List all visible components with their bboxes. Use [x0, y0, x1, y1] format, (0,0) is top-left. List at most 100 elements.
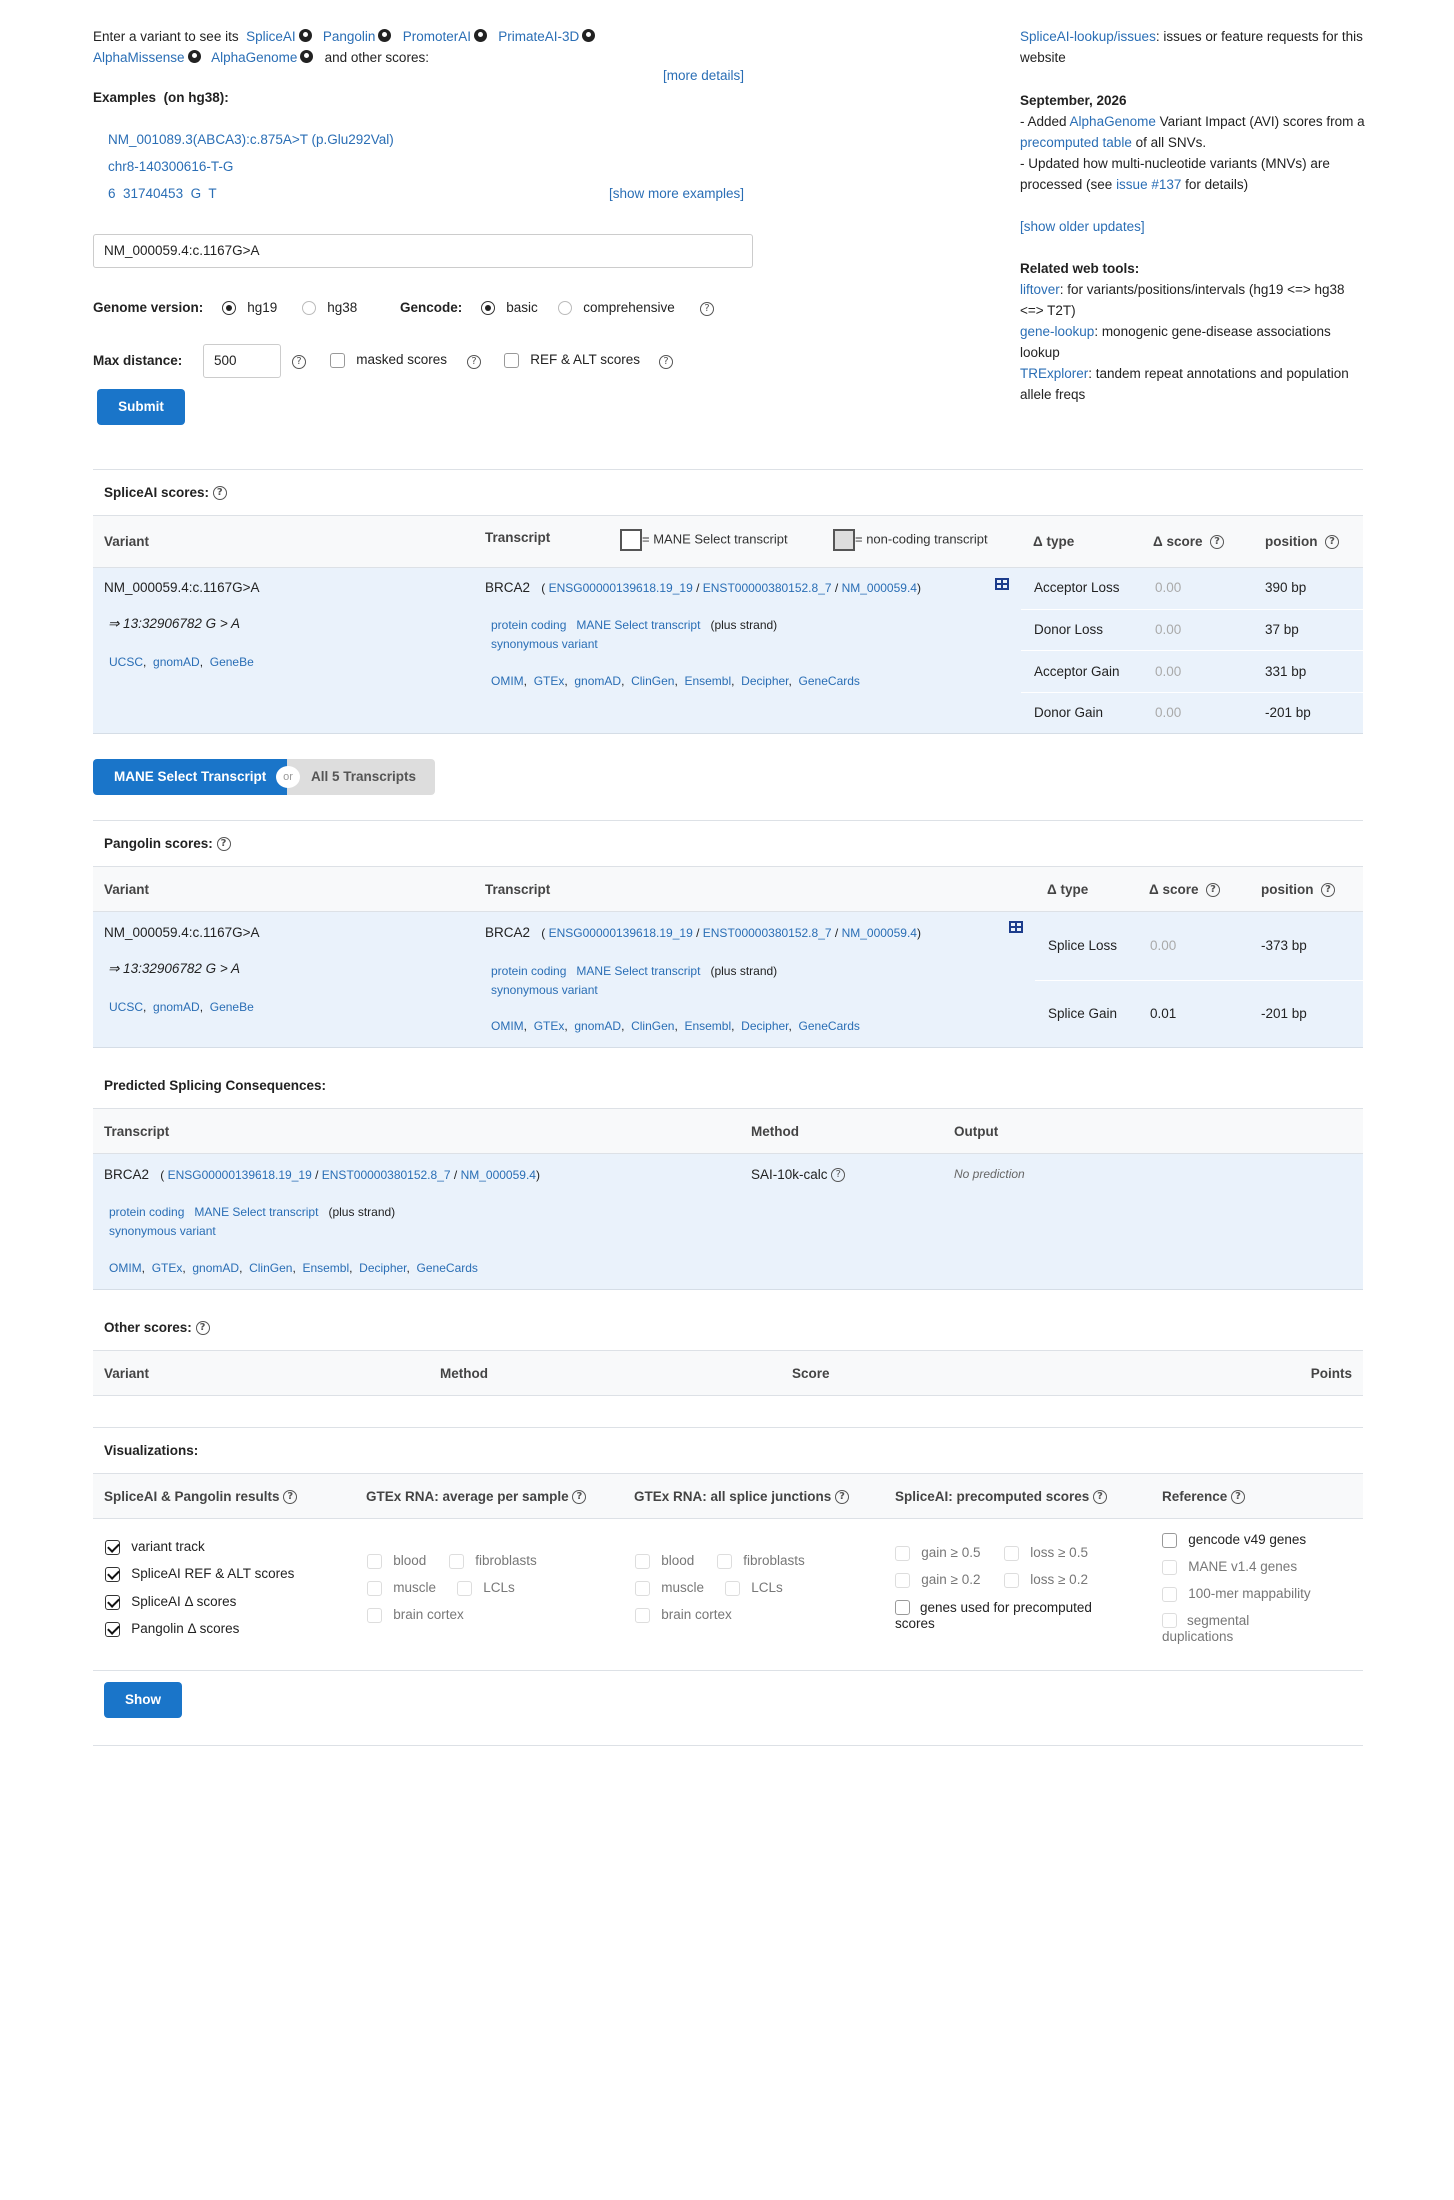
github-icon[interactable] [187, 50, 201, 63]
help-icon[interactable]: ? [1206, 883, 1220, 898]
help-icon[interactable]: ? [700, 302, 714, 316]
precomputed-gain-02[interactable]: gain ≥ 0.2 [895, 1572, 980, 1588]
gtex-junc-brain-cortex[interactable]: brain cortex [635, 1607, 732, 1623]
radio-icon[interactable] [302, 301, 316, 316]
checkbox-icon[interactable] [367, 1580, 382, 1596]
checkbox-icon[interactable] [635, 1607, 650, 1623]
ref-segdup-checkbox[interactable]: segmental duplications [1162, 1613, 1312, 1645]
gtex-junc-fibroblasts[interactable]: fibroblasts [717, 1553, 805, 1569]
gtex-avg-lcls[interactable]: LCLs [457, 1580, 515, 1596]
checkbox-icon[interactable] [367, 1553, 382, 1569]
github-icon[interactable] [378, 29, 392, 42]
genebe-link[interactable]: GeneBe [210, 1000, 254, 1014]
help-icon[interactable]: ? [195, 1321, 210, 1336]
help-icon[interactable]: ? [572, 1490, 587, 1505]
liftover-link[interactable]: liftover [1020, 282, 1060, 297]
help-icon[interactable]: ? [835, 1490, 850, 1505]
checkbox-icon[interactable] [105, 1566, 120, 1582]
issue-link[interactable]: issue #137 [1116, 177, 1181, 192]
checkbox-icon[interactable] [330, 352, 345, 368]
gtex-junc-muscle[interactable]: muscle [635, 1580, 704, 1596]
checkbox-icon[interactable] [895, 1600, 910, 1615]
clingen-link[interactable]: ClinGen [631, 1019, 674, 1033]
checkbox-icon[interactable] [1162, 1586, 1177, 1602]
gtex-avg-fibroblasts[interactable]: fibroblasts [449, 1553, 537, 1569]
help-icon[interactable]: ? [212, 486, 227, 501]
gtex-avg-muscle[interactable]: muscle [367, 1580, 436, 1596]
nm-link[interactable]: NM_000059.4 [842, 581, 917, 595]
checkbox-icon[interactable] [725, 1580, 740, 1596]
trexplorer-link[interactable]: TRExplorer [1020, 366, 1088, 381]
genecards-link[interactable]: GeneCards [417, 1261, 478, 1275]
example-item[interactable]: 6 31740453 G T [108, 186, 217, 201]
pangolin-link[interactable]: Pangolin [323, 29, 376, 44]
variant-search-input[interactable]: NM_000059.4:c.1167G>A [93, 234, 753, 268]
checkbox-icon[interactable] [635, 1553, 650, 1569]
alphagenome-link[interactable]: AlphaGenome [1070, 114, 1156, 129]
masked-scores-checkbox[interactable]: masked scores [330, 352, 447, 368]
gene-lookup-link[interactable]: gene-lookup [1020, 324, 1094, 339]
checkbox-icon[interactable] [1004, 1572, 1019, 1588]
submit-button[interactable]: Submit [97, 389, 185, 425]
alphamissense-link[interactable]: AlphaMissense [93, 50, 185, 65]
spliceai-refalt-checkbox[interactable]: SpliceAI REF & ALT scores [105, 1566, 294, 1582]
clingen-link[interactable]: ClinGen [631, 674, 674, 688]
example-item[interactable]: NM_001089.3(ABCA3):c.875A>T (p.Glu292Val… [108, 132, 394, 147]
ucsc-link[interactable]: UCSC [109, 1000, 143, 1014]
promoterai-link[interactable]: PromoterAI [403, 29, 471, 44]
enst-link[interactable]: ENST00000380152.8_7 [703, 581, 832, 595]
decipher-link[interactable]: Decipher [359, 1261, 406, 1275]
ucsc-link[interactable]: UCSC [109, 655, 143, 669]
table-icon[interactable] [995, 578, 1009, 590]
genecards-link[interactable]: GeneCards [799, 1019, 860, 1033]
ensembl-link[interactable]: Ensembl [684, 674, 731, 688]
checkbox-icon[interactable] [105, 1594, 120, 1610]
pangolin-delta-checkbox[interactable]: Pangolin Δ scores [105, 1621, 239, 1637]
help-icon[interactable]: ? [292, 355, 306, 369]
gencode-basic-radio[interactable]: basic [481, 300, 538, 316]
gtex-avg-brain-cortex[interactable]: brain cortex [367, 1607, 464, 1623]
precomputed-table-link[interactable]: precomputed table [1020, 135, 1132, 150]
ensembl-link[interactable]: Ensembl [302, 1261, 349, 1275]
nm-link[interactable]: NM_000059.4 [842, 926, 917, 940]
checkbox-icon[interactable] [367, 1607, 382, 1623]
checkbox-icon[interactable] [895, 1545, 910, 1561]
table-icon[interactable] [1009, 921, 1023, 933]
spliceai-link[interactable]: SpliceAI [246, 29, 296, 44]
ensembl-link[interactable]: Ensembl [684, 1019, 731, 1033]
genecards-link[interactable]: GeneCards [799, 674, 860, 688]
enst-link[interactable]: ENST00000380152.8_7 [703, 926, 832, 940]
nm-link[interactable]: NM_000059.4 [461, 1168, 536, 1182]
example-item[interactable]: chr8-140300616-T-G [108, 159, 233, 174]
gnomad-link[interactable]: gnomAD [574, 1019, 621, 1033]
precomputed-genes-checkbox[interactable]: genes used for precomputed scores [895, 1600, 1125, 1632]
checkbox-icon[interactable] [635, 1580, 650, 1596]
show-button[interactable]: Show [104, 1682, 182, 1718]
precomputed-loss-05[interactable]: loss ≥ 0.5 [1004, 1545, 1088, 1561]
ensg-link[interactable]: ENSG00000139618.19_19 [168, 1168, 312, 1182]
alphagenome-link[interactable]: AlphaGenome [211, 50, 297, 65]
gtex-link[interactable]: GTEx [534, 674, 565, 688]
help-icon[interactable]: ? [1231, 1490, 1246, 1505]
gtex-junc-lcls[interactable]: LCLs [725, 1580, 783, 1596]
gtex-junc-blood[interactable]: blood [635, 1553, 694, 1569]
spliceai-delta-checkbox[interactable]: SpliceAI Δ scores [105, 1594, 236, 1610]
gtex-link[interactable]: GTEx [534, 1019, 565, 1033]
github-icon[interactable] [300, 50, 314, 63]
genome-hg38-radio[interactable]: hg38 [302, 300, 357, 316]
genome-hg19-radio[interactable]: hg19 [222, 300, 277, 316]
radio-icon[interactable] [222, 301, 236, 316]
max-distance-input[interactable]: 500 [203, 344, 281, 378]
checkbox-icon[interactable] [1162, 1613, 1177, 1628]
omim-link[interactable]: OMIM [109, 1261, 142, 1275]
genebe-link[interactable]: GeneBe [210, 655, 254, 669]
checkbox-icon[interactable] [895, 1572, 910, 1588]
radio-icon[interactable] [481, 301, 495, 316]
radio-icon[interactable] [558, 301, 572, 316]
help-icon[interactable]: ? [1093, 1490, 1108, 1505]
mane-select-toggle[interactable]: MANE Select Transcript [93, 759, 287, 795]
omim-link[interactable]: OMIM [491, 1019, 524, 1033]
checkbox-icon[interactable] [105, 1621, 120, 1637]
more-details-link[interactable]: [more details] [663, 68, 744, 83]
precomputed-gain-05[interactable]: gain ≥ 0.5 [895, 1545, 980, 1561]
